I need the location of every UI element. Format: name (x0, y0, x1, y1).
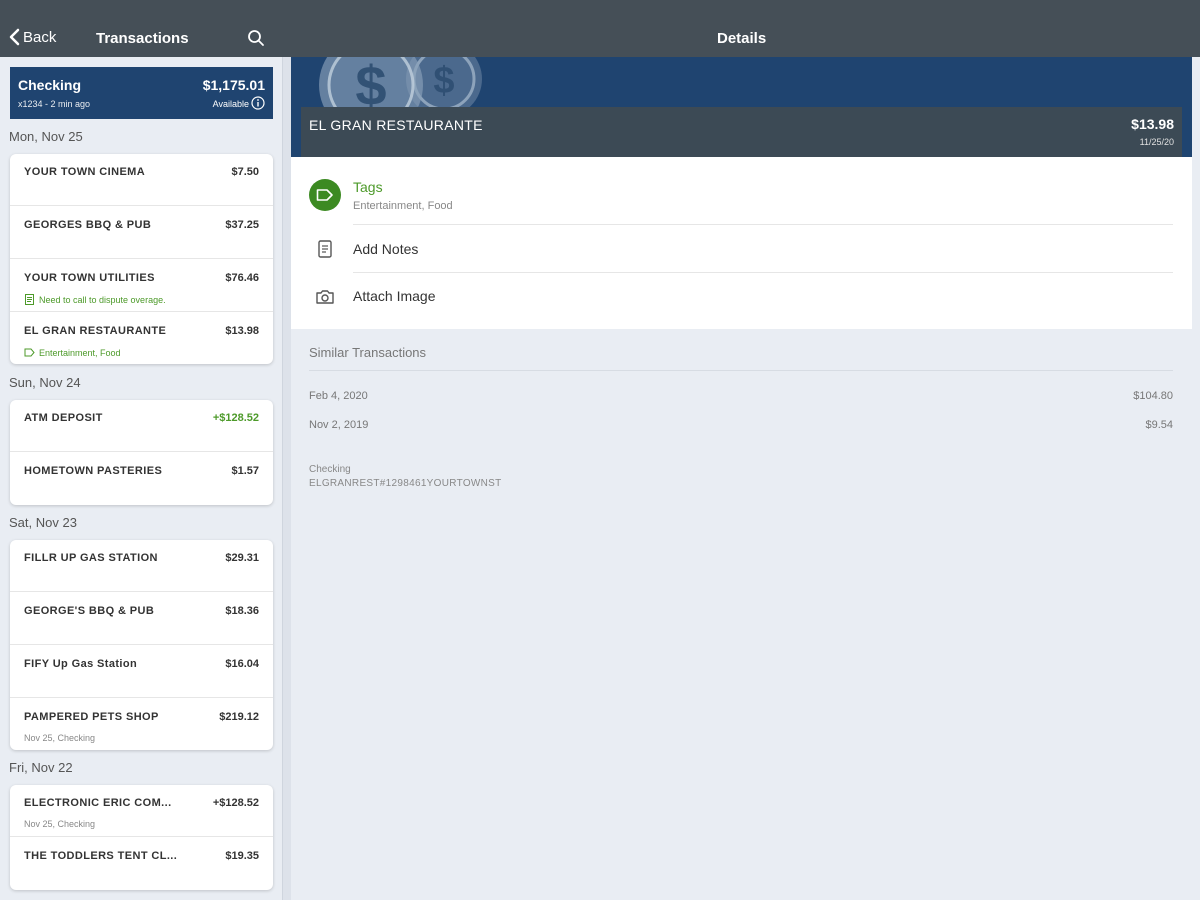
date-header: Sat, Nov 23 (9, 515, 77, 530)
transaction-row[interactable]: FILLR UP GAS STATION $29.31 (10, 540, 273, 592)
transaction-amount: $29.31 (225, 552, 259, 564)
date-header: Fri, Nov 22 (9, 760, 73, 775)
transaction-tags-text: Entertainment, Food (39, 347, 121, 358)
transaction-merchant: EL GRAN RESTAURANTE (24, 325, 167, 337)
transaction-tags: Entertainment, Food (24, 347, 121, 358)
account-balance: $1,175.01 (202, 77, 265, 93)
transaction-note: Need to call to dispute overage. (24, 294, 166, 305)
search-icon[interactable] (247, 29, 265, 47)
transaction-row[interactable]: YOUR TOWN UTILITIES $76.46 Need to call … (10, 260, 273, 312)
account-name: Checking (18, 77, 82, 93)
transaction-row[interactable]: THE TODDLERS TENT CL... $19.35 (10, 838, 273, 890)
similar-divider (309, 370, 1173, 371)
transaction-row[interactable]: GEORGES BBQ & PUB $37.25 (10, 207, 273, 259)
transaction-merchant: FILLR UP GAS STATION (24, 552, 158, 564)
svg-text:$: $ (433, 60, 454, 102)
details-summary: EL GRAN RESTAURANTE $13.98 11/25/20 (301, 107, 1182, 157)
available-label: Available (212, 99, 249, 109)
transaction-amount: $19.35 (225, 850, 259, 862)
transaction-row[interactable]: GEORGE'S BBQ & PUB $18.36 (10, 593, 273, 645)
chevron-left-icon (9, 28, 20, 46)
account-subtitle: x1234 - 2 min ago (18, 99, 91, 109)
transaction-group-card: ATM DEPOSIT +$128.52 HOMETOWN PASTERIES … (10, 400, 273, 505)
attach-image-label: Attach Image (353, 288, 436, 304)
tag-icon-badge (309, 179, 341, 211)
transaction-group-card: FILLR UP GAS STATION $29.31 GEORGE'S BBQ… (10, 540, 273, 750)
details-pane: $ $ EL GRAN RESTAURANTE $13.98 11/25/20 … (291, 57, 1200, 900)
details-title: Details (717, 30, 767, 47)
details-actions: Tags Entertainment, Food Add Notes Attac… (291, 157, 1192, 329)
details-hero: $ $ EL GRAN RESTAURANTE $13.98 11/25/20 (291, 57, 1192, 157)
transaction-amount: $7.50 (231, 166, 259, 178)
back-button[interactable]: Back (8, 28, 56, 46)
transaction-amount: $219.12 (219, 711, 259, 723)
camera-icon (316, 290, 334, 304)
transaction-amount: $13.98 (225, 325, 259, 337)
transactions-title: Transactions (96, 30, 189, 47)
transaction-meta: Nov 25, Checking (24, 819, 96, 829)
transaction-row[interactable]: EL GRAN RESTAURANTE $13.98 Entertainment… (10, 313, 273, 365)
transaction-merchant: ATM DEPOSIT (24, 412, 103, 424)
transaction-meta: Nov 25, Checking (24, 733, 96, 743)
transaction-merchant: ELECTRONIC ERIC COM... (24, 797, 172, 809)
transaction-merchant: PAMPERED PETS SHOP (24, 711, 159, 723)
note-icon (318, 240, 332, 258)
transaction-merchant: YOUR TOWN UTILITIES (24, 272, 155, 284)
transaction-amount: $76.46 (225, 272, 259, 284)
note-icon (25, 294, 34, 305)
transaction-group-card: YOUR TOWN CINEMA $7.50 GEORGES BBQ & PUB… (10, 154, 273, 364)
transaction-row[interactable]: YOUR TOWN CINEMA $7.50 (10, 154, 273, 206)
details-merchant: EL GRAN RESTAURANTE (309, 117, 483, 133)
transaction-row[interactable]: HOMETOWN PASTERIES $1.57 (10, 453, 273, 505)
details-date: 11/25/20 (1139, 137, 1174, 147)
transaction-merchant: THE TODDLERS TENT CL... (24, 850, 178, 862)
transaction-amount: +$128.52 (212, 412, 259, 424)
date-header: Mon, Nov 25 (9, 129, 83, 144)
details-amount: $13.98 (1131, 116, 1174, 132)
transaction-row[interactable]: ELECTRONIC ERIC COM... +$128.52 Nov 25, … (10, 785, 273, 837)
attach-image-row[interactable]: Attach Image (309, 273, 1173, 321)
similar-date: Feb 4, 2020 (309, 390, 368, 402)
date-header: Sun, Nov 24 (9, 375, 81, 390)
transaction-amount: +$128.52 (212, 797, 259, 809)
tag-icon (316, 189, 333, 201)
transaction-description: ELGRANREST#1298461YOURTOWNST (309, 478, 502, 489)
pane-divider (282, 57, 291, 900)
add-notes-label: Add Notes (353, 241, 419, 257)
transaction-row[interactable]: FIFY Up Gas Station $16.04 (10, 646, 273, 698)
transaction-amount: $18.36 (225, 605, 259, 617)
top-bar: Back Transactions Details (0, 0, 1200, 57)
account-label: Checking (309, 464, 351, 475)
transaction-amount: $16.04 (225, 658, 259, 670)
transaction-merchant: HOMETOWN PASTERIES (24, 465, 163, 477)
back-label: Back (23, 28, 57, 46)
info-icon[interactable] (251, 96, 265, 110)
transactions-pane: Checking $1,175.01 x1234 - 2 min ago Ava… (0, 57, 282, 900)
similar-amount: $104.80 (1133, 390, 1173, 402)
transaction-merchant: YOUR TOWN CINEMA (24, 166, 146, 178)
transaction-row[interactable]: PAMPERED PETS SHOP $219.12 Nov 25, Check… (10, 699, 273, 751)
similar-transactions-title: Similar Transactions (309, 345, 427, 360)
tags-value: Entertainment, Food (353, 200, 453, 212)
similar-amount: $9.54 (1145, 419, 1173, 431)
tags-row[interactable]: Tags Entertainment, Food (309, 157, 1173, 225)
tags-label: Tags (353, 179, 383, 195)
transaction-merchant: GEORGE'S BBQ & PUB (24, 605, 155, 617)
transaction-merchant: FIFY Up Gas Station (24, 658, 138, 670)
account-summary[interactable]: Checking $1,175.01 x1234 - 2 min ago Ava… (10, 67, 273, 119)
transaction-note-text: Need to call to dispute overage. (39, 294, 166, 305)
transaction-amount: $37.25 (225, 219, 259, 231)
transaction-group-card: ELECTRONIC ERIC COM... +$128.52 Nov 25, … (10, 785, 273, 890)
add-notes-row[interactable]: Add Notes (309, 225, 1173, 273)
tag-icon (24, 348, 35, 357)
transaction-merchant: GEORGES BBQ & PUB (24, 219, 152, 231)
similar-date: Nov 2, 2019 (309, 419, 369, 431)
transaction-amount: $1.57 (231, 465, 259, 477)
transaction-row[interactable]: ATM DEPOSIT +$128.52 (10, 400, 273, 452)
